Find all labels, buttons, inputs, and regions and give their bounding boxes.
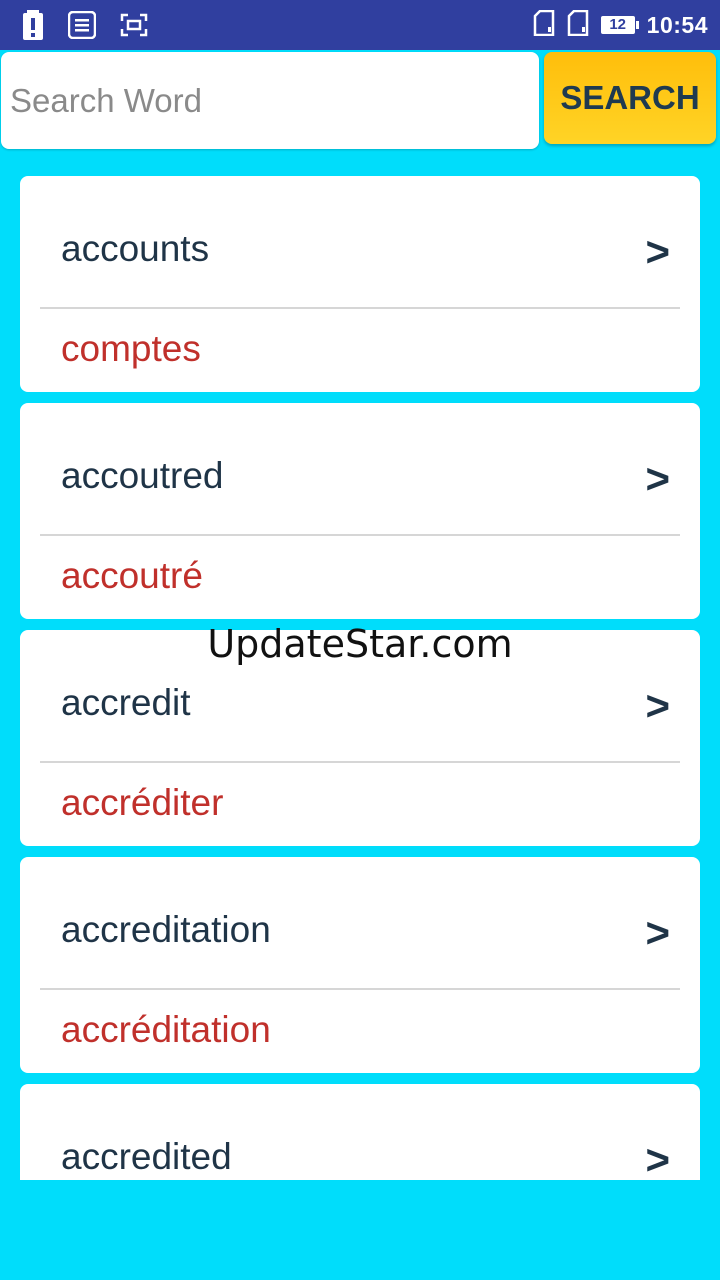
search-input[interactable] bbox=[1, 52, 539, 149]
list-item[interactable]: accoutred > accoutré bbox=[20, 403, 700, 619]
divider bbox=[40, 307, 680, 309]
chevron-right-icon[interactable]: > bbox=[645, 1136, 670, 1180]
status-bar-right: 12 10:54 bbox=[533, 9, 708, 41]
divider bbox=[40, 988, 680, 990]
status-bar: 12 10:54 bbox=[0, 0, 720, 50]
search-box bbox=[1, 52, 539, 149]
list-item[interactable]: accreditation > accréditation bbox=[20, 857, 700, 1073]
chevron-right-icon[interactable]: > bbox=[645, 455, 670, 503]
translation-label: comptes bbox=[61, 328, 201, 369]
sim-card-icon bbox=[533, 9, 555, 41]
word-label: accounts bbox=[61, 228, 210, 269]
battery-icon: 12 bbox=[600, 16, 639, 34]
alert-icon bbox=[22, 10, 44, 40]
list-item[interactable]: accredit > accréditer bbox=[20, 630, 700, 846]
divider bbox=[40, 761, 680, 763]
notes-icon bbox=[68, 11, 96, 39]
word-list[interactable]: accounts > comptes accoutred > accoutré … bbox=[0, 176, 720, 1180]
chevron-right-icon[interactable]: > bbox=[645, 909, 670, 957]
translation-label: accréditation bbox=[61, 1009, 271, 1050]
status-time: 10:54 bbox=[646, 11, 708, 38]
translation-label: accréditer bbox=[61, 782, 224, 823]
word-label: accreditation bbox=[61, 909, 271, 950]
list-item[interactable]: accounts > comptes bbox=[20, 176, 700, 392]
word-label: accredited bbox=[61, 1136, 232, 1177]
sim-card-icon bbox=[567, 9, 589, 41]
divider bbox=[40, 534, 680, 536]
chevron-right-icon[interactable]: > bbox=[645, 228, 670, 276]
translation-label: accoutré bbox=[61, 555, 203, 596]
list-item[interactable]: accredited > bbox=[20, 1084, 700, 1180]
chevron-right-icon[interactable]: > bbox=[645, 682, 670, 730]
word-label: accoutred bbox=[61, 455, 224, 496]
search-button[interactable]: SEARCH bbox=[544, 52, 716, 144]
screenshot-icon bbox=[120, 13, 148, 37]
word-label: accredit bbox=[61, 682, 191, 723]
